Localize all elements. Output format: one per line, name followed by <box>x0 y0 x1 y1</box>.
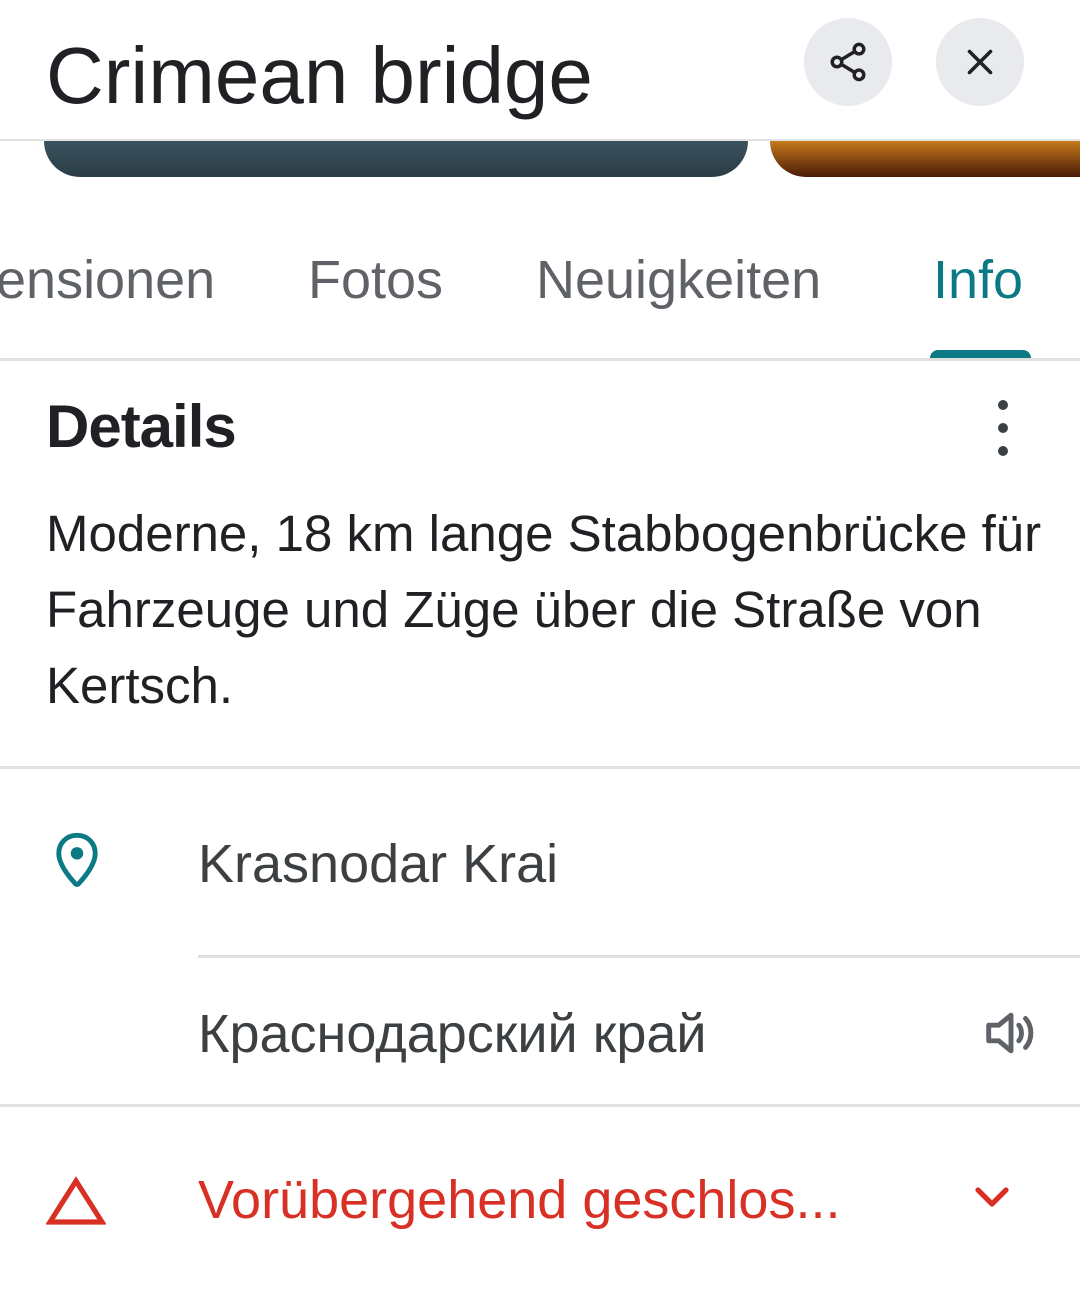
section-divider <box>0 1104 1080 1107</box>
more-options-button[interactable] <box>980 400 1026 456</box>
more-vert-icon <box>998 400 1008 410</box>
location-divider <box>198 955 1080 958</box>
close-icon <box>967 49 993 75</box>
place-title: Crimean bridge <box>46 31 593 120</box>
section-divider <box>0 766 1080 769</box>
tab-info[interactable]: Info <box>933 250 1023 310</box>
tab-fotos[interactable]: Fotos <box>308 250 443 310</box>
top-bar: Crimean bridge <box>0 0 1080 140</box>
warning-triangle-icon <box>46 1176 106 1225</box>
tab-bar: ensionen Fotos Neuigkeiten Info <box>0 230 1080 360</box>
tabs-divider <box>0 358 1080 361</box>
chevron-down-icon[interactable] <box>972 1182 1012 1212</box>
share-icon <box>830 42 866 82</box>
tab-rezensionen[interactable]: ensionen <box>0 250 215 310</box>
location-name-native[interactable]: Краснодарский край <box>198 1002 707 1066</box>
place-description: Moderne, 18 km lange Stabbogenbrücke für… <box>46 505 1042 714</box>
share-button[interactable] <box>804 18 892 106</box>
tab-neuigkeiten[interactable]: Neuigkeiten <box>536 250 821 310</box>
photo-carousel[interactable] <box>0 141 1080 179</box>
details-heading: Details <box>46 393 237 460</box>
speaker-icon <box>986 1012 1034 1054</box>
close-button[interactable] <box>936 18 1024 106</box>
pronounce-button[interactable] <box>982 1006 1040 1065</box>
photo-water[interactable] <box>44 141 748 177</box>
location-name-latin[interactable]: Krasnodar Krai <box>198 832 558 896</box>
location-pin-icon <box>56 832 98 887</box>
temporarily-closed-status[interactable]: Vorübergehend geschlos... <box>198 1168 840 1232</box>
photo-bridge-night[interactable] <box>770 141 1080 177</box>
